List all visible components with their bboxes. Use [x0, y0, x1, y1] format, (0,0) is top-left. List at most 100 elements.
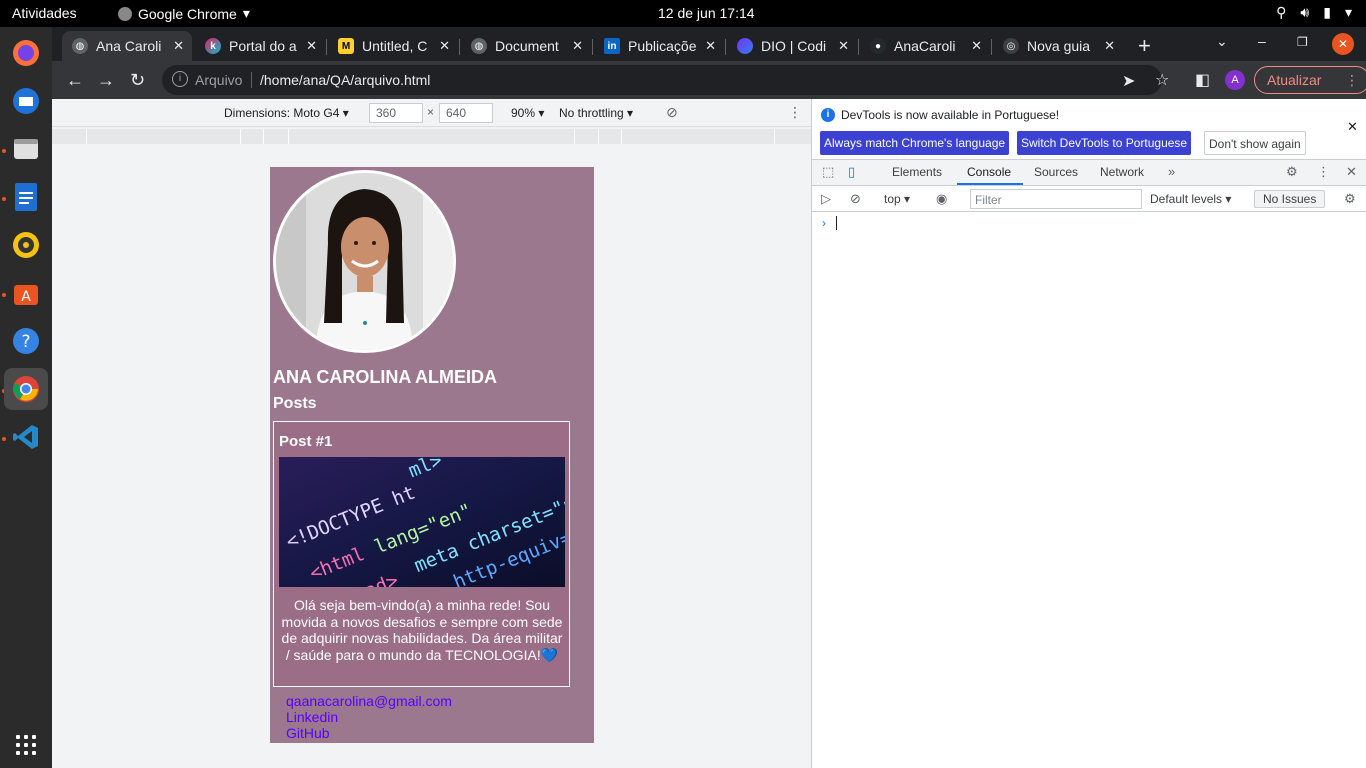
- log-levels-select[interactable]: Default levels ▾: [1150, 192, 1231, 206]
- dont-show-again-button[interactable]: Don't show again: [1204, 131, 1306, 155]
- inspect-element-icon[interactable]: ⬚: [822, 164, 834, 180]
- software-center-icon[interactable]: A: [8, 275, 44, 311]
- close-tab-icon[interactable]: ✕: [1104, 38, 1115, 54]
- close-tab-icon[interactable]: ✕: [173, 38, 184, 54]
- tab-portal[interactable]: k Portal do a ✕: [195, 31, 325, 61]
- zoom-select[interactable]: 90% ▾: [511, 106, 544, 120]
- profile-name: ANA CAROLINA ALMEIDA: [273, 367, 497, 387]
- forward-icon[interactable]: →: [97, 70, 115, 91]
- more-options-icon[interactable]: ⋮: [1317, 164, 1330, 180]
- chrome-icon[interactable]: [4, 368, 48, 410]
- tab-elements[interactable]: Elements: [892, 165, 942, 179]
- writer-icon[interactable]: [8, 179, 44, 215]
- tab-strip: ◍ Ana Caroli ✕ k Portal do a ✕ M Untitle…: [52, 27, 1366, 61]
- chrome-icon: ◎: [1003, 38, 1019, 54]
- profile-photo: [273, 170, 456, 353]
- tab-search-icon[interactable]: ⌄: [1216, 33, 1228, 50]
- files-icon[interactable]: [8, 131, 44, 167]
- close-devtools-icon[interactable]: ✕: [1346, 164, 1357, 180]
- side-panel-icon[interactable]: ◧: [1195, 70, 1210, 90]
- svg-text:A: A: [21, 289, 31, 305]
- tab-console[interactable]: Console: [967, 165, 1011, 179]
- console-input[interactable]: [836, 216, 837, 230]
- language-infobar: i DevTools is now available in Portugues…: [812, 99, 1366, 159]
- tab-document[interactable]: ◍ Document ✕: [461, 31, 591, 61]
- tab-untitled[interactable]: M Untitled, C ✕: [328, 31, 458, 61]
- close-tab-icon[interactable]: ✕: [838, 38, 849, 54]
- show-applications-icon[interactable]: [16, 735, 36, 755]
- tab-github[interactable]: ● AnaCaroli ✕: [860, 31, 990, 61]
- info-icon[interactable]: i: [172, 71, 188, 87]
- thunderbird-icon[interactable]: [8, 83, 44, 119]
- tab-dio[interactable]: DIO | Codi ✕: [727, 31, 857, 61]
- clear-console-icon[interactable]: ⊘: [850, 191, 861, 207]
- tab-title: Untitled, C: [362, 38, 428, 54]
- address-bar[interactable]: i Arquivo /home/ana/QA/arquivo.html ➤: [162, 65, 1162, 95]
- close-window-icon[interactable]: ✕: [1332, 33, 1354, 55]
- help-icon[interactable]: ?: [8, 323, 44, 359]
- more-options-icon[interactable]: ⋮: [788, 104, 802, 121]
- rhythmbox-icon[interactable]: [8, 227, 44, 263]
- live-expression-icon[interactable]: ◉: [936, 191, 947, 207]
- url-text[interactable]: /home/ana/QA/arquivo.html: [260, 72, 430, 88]
- close-tab-icon[interactable]: ✕: [306, 38, 317, 54]
- width-input[interactable]: 360: [369, 103, 423, 123]
- rotate-icon[interactable]: ⊘: [666, 104, 678, 121]
- issues-button[interactable]: No Issues: [1254, 190, 1326, 208]
- tab-separator: [326, 39, 327, 55]
- infobar-message: DevTools is now available in Portuguese!: [841, 108, 1060, 122]
- switch-portuguese-button[interactable]: Switch DevTools to Portuguese: [1017, 131, 1192, 155]
- clock[interactable]: 12 de jun 17:14: [658, 5, 755, 21]
- tab-separator: [991, 39, 992, 55]
- minimize-icon[interactable]: –: [1258, 33, 1266, 49]
- chevron-down-icon: ▾: [242, 5, 250, 21]
- tab-ana-carolina[interactable]: ◍ Ana Caroli ✕: [62, 31, 192, 61]
- tab-separator: [725, 39, 726, 55]
- close-tab-icon[interactable]: ✕: [439, 38, 450, 54]
- back-icon[interactable]: ←: [66, 70, 84, 91]
- close-tab-icon[interactable]: ✕: [572, 38, 583, 54]
- device-toolbar-icon[interactable]: ▯: [848, 164, 855, 180]
- star-icon[interactable]: ☆: [1155, 70, 1169, 90]
- post-text: Olá seja bem-vindo(a) a minha rede! Sou …: [281, 597, 563, 663]
- tab-sources[interactable]: Sources: [1034, 165, 1078, 179]
- vscode-icon[interactable]: [8, 419, 44, 455]
- match-language-button[interactable]: Always match Chrome's language: [820, 131, 1010, 155]
- tab-linkedin[interactable]: in Publicaçõe ✕: [594, 31, 724, 61]
- update-button[interactable]: Atualizar ⋮: [1254, 66, 1366, 94]
- email-link[interactable]: qaanacarolina@gmail.com: [286, 693, 452, 709]
- height-input[interactable]: 640: [439, 103, 493, 123]
- reload-icon[interactable]: ↻: [130, 70, 145, 91]
- dio-icon: [737, 38, 753, 54]
- github-link[interactable]: GitHub: [286, 725, 330, 741]
- chrome-window: ◍ Ana Caroli ✕ k Portal do a ✕ M Untitle…: [52, 27, 1366, 768]
- sidebar-toggle-icon[interactable]: ▷: [821, 191, 831, 207]
- settings-icon[interactable]: ⚙: [1286, 164, 1298, 180]
- firefox-icon[interactable]: [8, 35, 44, 71]
- post-card: Post #1 <!DOCTYPE ht ml> <html lang="en"…: [273, 421, 570, 687]
- system-tray[interactable]: ⚲ 🔊︎ ▮ ▾: [1276, 4, 1352, 21]
- close-tab-icon[interactable]: ✕: [971, 38, 982, 54]
- tab-title: AnaCaroli: [894, 38, 956, 54]
- context-select[interactable]: top ▾: [884, 192, 910, 206]
- globe-icon: ◍: [72, 38, 88, 54]
- send-icon[interactable]: ➤: [1122, 71, 1135, 91]
- activities-button[interactable]: Atividades: [12, 5, 77, 21]
- tab-new[interactable]: ◎ Nova guia ✕: [993, 31, 1123, 61]
- media-query-bar[interactable]: [52, 129, 811, 144]
- throttling-select[interactable]: No throttling ▾: [559, 106, 633, 120]
- device-select[interactable]: Dimensions: Moto G4 ▾: [224, 106, 349, 120]
- filter-input[interactable]: Filter: [970, 189, 1142, 209]
- profile-avatar[interactable]: A: [1225, 70, 1245, 90]
- tab-network[interactable]: Network: [1100, 165, 1144, 179]
- tab-title: Portal do a: [229, 38, 297, 54]
- more-tabs-icon[interactable]: »: [1168, 164, 1175, 179]
- console-settings-icon[interactable]: ⚙: [1344, 191, 1356, 207]
- close-tab-icon[interactable]: ✕: [705, 38, 716, 54]
- new-tab-button[interactable]: +: [1138, 33, 1151, 59]
- system-top-bar: Atividades Google Chrome ▾ 12 de jun 17:…: [0, 0, 1366, 27]
- app-menu[interactable]: Google Chrome ▾: [118, 5, 250, 22]
- restore-icon[interactable]: ❐: [1297, 35, 1308, 49]
- linkedin-link[interactable]: Linkedin: [286, 709, 338, 725]
- close-icon[interactable]: ✕: [1347, 119, 1358, 135]
